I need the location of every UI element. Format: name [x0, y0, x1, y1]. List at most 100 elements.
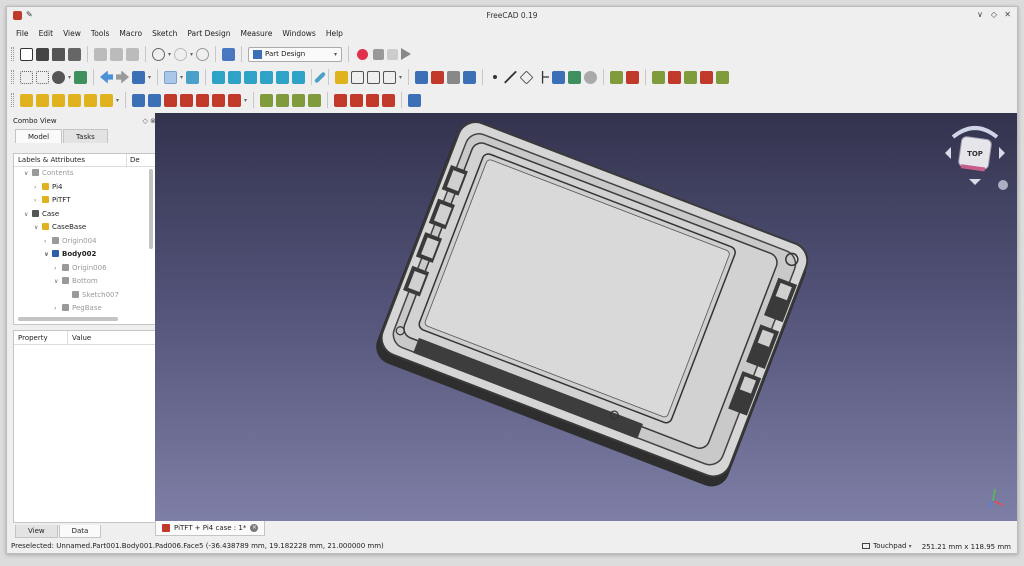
bottom-view-icon[interactable] — [276, 70, 290, 84]
tree-item[interactable]: › PiTFT — [14, 194, 155, 208]
additive-primitive-icon[interactable] — [100, 93, 113, 107]
menu-measure[interactable]: Measure — [235, 27, 277, 41]
subtractive-loft-icon[interactable] — [180, 93, 194, 107]
tab-data[interactable]: Data — [58, 525, 102, 538]
fit-all-icon[interactable] — [20, 70, 33, 84]
isometric-view-icon[interactable] — [186, 70, 200, 84]
save-icon[interactable] — [52, 47, 65, 61]
chevron-down-icon[interactable]: ∨ — [34, 221, 42, 235]
tab-tasks[interactable]: Tasks — [63, 129, 108, 143]
thickness-icon[interactable] — [668, 70, 682, 84]
fit-selection-icon[interactable] — [36, 70, 49, 84]
validate-sketch-icon[interactable] — [447, 70, 461, 84]
fillet-icon[interactable] — [610, 70, 624, 84]
menu-file[interactable]: File — [11, 27, 34, 41]
make-link-icon[interactable] — [367, 70, 381, 84]
local-cs-icon[interactable] — [541, 70, 550, 84]
stop-macro-icon[interactable] — [373, 48, 385, 60]
pocket-icon[interactable] — [132, 93, 146, 107]
pad-icon[interactable] — [20, 93, 33, 107]
tab-view[interactable]: View — [15, 525, 58, 538]
linear-pattern-2-icon[interactable] — [276, 93, 290, 107]
chamfer-icon[interactable] — [626, 70, 640, 84]
toolbar-handle[interactable] — [11, 70, 14, 84]
record-macro-icon[interactable] — [357, 48, 369, 60]
menu-part-design[interactable]: Part Design — [182, 27, 235, 41]
boolean-2-icon[interactable] — [408, 93, 422, 107]
tab-model[interactable]: Model — [15, 129, 63, 143]
tree-item[interactable]: › Origin004 — [14, 235, 155, 249]
rear-view-icon[interactable] — [260, 70, 274, 84]
revolution-icon[interactable] — [36, 93, 49, 107]
nav-down-arrow-icon[interactable] — [969, 179, 981, 185]
menu-sketch[interactable]: Sketch — [147, 27, 182, 41]
copy-icon[interactable] — [110, 47, 123, 61]
top-view-icon[interactable] — [228, 70, 242, 84]
groove-icon[interactable] — [164, 93, 178, 107]
forward-arrow-icon[interactable] — [116, 70, 130, 84]
left-view-icon[interactable] — [292, 70, 306, 84]
polar-pattern-icon[interactable] — [292, 93, 306, 107]
menu-view[interactable]: View — [58, 27, 86, 41]
rotate-arrows-icon[interactable] — [951, 126, 999, 139]
document-tab[interactable]: PiTFT + Pi4 case : 1* × — [155, 521, 266, 536]
menu-edit[interactable]: Edit — [34, 27, 59, 41]
subtractive-pipe-icon[interactable] — [196, 93, 210, 107]
navigation-style[interactable]: Touchpad ▾ — [862, 539, 912, 553]
std-zoom-icon[interactable] — [164, 70, 178, 84]
chevron-right-icon[interactable]: › — [34, 194, 42, 208]
datum-plane-icon[interactable] — [519, 70, 534, 84]
multi-transform-icon[interactable] — [308, 93, 322, 107]
link-icon[interactable] — [132, 70, 146, 84]
navigation-cube[interactable]: TOP — [945, 126, 1008, 190]
tree-item[interactable]: ∨ Contents — [14, 167, 155, 181]
redo-icon[interactable] — [174, 47, 188, 61]
tree-horizontal-scrollbar[interactable] — [18, 317, 118, 321]
refresh-icon[interactable] — [196, 47, 210, 61]
close-button[interactable]: ✕ — [1004, 10, 1011, 19]
prop-col-value[interactable]: Value — [68, 331, 91, 344]
nav-menu-icon[interactable] — [998, 180, 1008, 190]
sub-shape-binder-icon[interactable] — [568, 70, 582, 84]
chevron-right-icon[interactable]: › — [54, 302, 62, 316]
create-part-icon[interactable] — [335, 70, 349, 84]
nav-left-arrow-icon[interactable] — [945, 147, 951, 159]
link-actions-icon[interactable] — [383, 70, 397, 84]
open-icon[interactable] — [36, 47, 49, 61]
menu-help[interactable]: Help — [321, 27, 348, 41]
maximize-button[interactable]: ◇ — [991, 10, 997, 19]
workbench-selector[interactable]: Part Design ▾ — [248, 46, 343, 62]
tree-col-description[interactable]: De — [127, 154, 140, 166]
sketch-icon[interactable] — [431, 70, 445, 84]
fillet-2-icon[interactable] — [334, 93, 348, 107]
chevron-down-icon[interactable]: ∨ — [54, 275, 62, 289]
tree-item[interactable]: ∨ Body002 — [14, 248, 155, 262]
additive-helix-icon[interactable] — [84, 93, 97, 107]
whats-this-icon[interactable] — [222, 47, 236, 61]
paste-icon[interactable] — [126, 47, 139, 61]
bounding-box-icon[interactable] — [74, 70, 88, 84]
create-group-icon[interactable] — [351, 70, 365, 84]
menu-windows[interactable]: Windows — [277, 27, 320, 41]
shape-binder-icon[interactable] — [463, 70, 477, 84]
tree-item[interactable]: › Origin006 — [14, 262, 155, 276]
chevron-down-icon[interactable]: ∨ — [24, 167, 32, 181]
prop-col-property[interactable]: Property — [14, 331, 68, 344]
back-arrow-icon[interactable] — [100, 70, 114, 84]
measure-distance-icon[interactable] — [314, 70, 327, 84]
menu-macro[interactable]: Macro — [114, 27, 147, 41]
chevron-down-icon[interactable]: ∨ — [44, 248, 52, 262]
datum-line-icon[interactable] — [504, 70, 518, 84]
thickness-2-icon[interactable] — [382, 93, 396, 107]
execute-macro-icon[interactable] — [401, 48, 412, 60]
tree-vertical-scrollbar[interactable] — [149, 169, 153, 249]
tree-item[interactable]: Sketch007 — [14, 289, 155, 303]
menu-tools[interactable]: Tools — [86, 27, 114, 41]
additive-pipe-icon[interactable] — [68, 93, 81, 107]
3d-viewport[interactable]: TOP — [155, 113, 1017, 521]
mirrored-icon[interactable] — [700, 70, 714, 84]
cut-icon[interactable] — [94, 47, 107, 61]
undo-icon[interactable] — [152, 47, 165, 61]
toolbar-handle[interactable] — [11, 93, 14, 107]
datum-point-icon[interactable] — [493, 75, 498, 79]
